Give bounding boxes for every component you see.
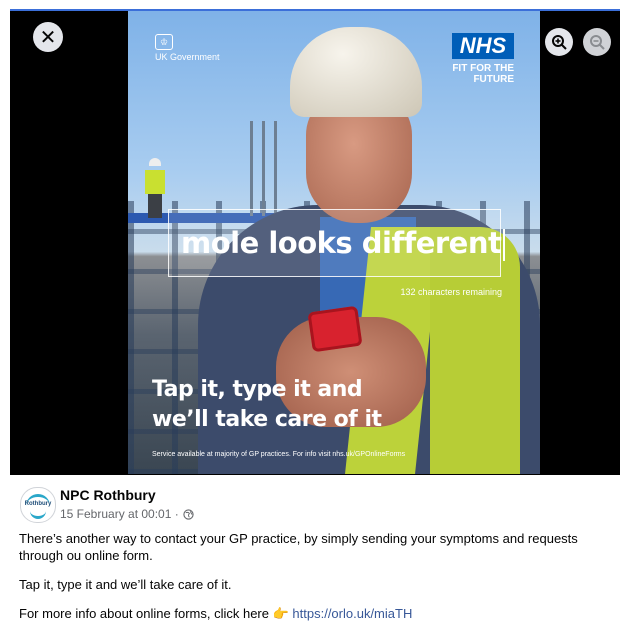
nhs-logo: NHS xyxy=(452,33,514,59)
fit-line-1: FIT FOR THE xyxy=(452,63,514,74)
zoom-in-icon xyxy=(552,35,567,50)
post-body: There’s another way to contact your GP p… xyxy=(19,530,619,634)
crest-icon: ♔ xyxy=(155,34,173,50)
fit-line-2: FUTURE xyxy=(473,74,514,85)
post-paragraph-2: Tap it, type it and we’ll take care of i… xyxy=(19,577,232,592)
post-paragraph-3-text: For more info about online forms, click … xyxy=(19,606,293,621)
phone xyxy=(307,305,363,353)
characters-remaining: 132 characters remaining xyxy=(400,287,502,297)
text-cursor xyxy=(503,229,506,261)
background-worker xyxy=(142,158,168,218)
ad-tagline: Tap it, type it and we’ll take care of i… xyxy=(152,375,382,435)
uk-government-logo: ♔ UK Government xyxy=(155,34,220,63)
zoom-out-icon xyxy=(590,35,605,50)
globe-icon xyxy=(183,508,194,520)
post-author[interactable]: NPC Rothbury xyxy=(60,487,156,503)
zoom-out-button[interactable] xyxy=(583,28,611,56)
close-icon: ✕ xyxy=(39,26,57,49)
post-paragraph-3: For more info about online forms, click … xyxy=(19,605,619,622)
zoom-in-button[interactable] xyxy=(545,28,573,56)
post-link[interactable]: https://orlo.uk/miaTH xyxy=(292,606,412,621)
hard-hat xyxy=(290,27,422,117)
tagline-line-2: we’ll take care of it xyxy=(152,407,382,432)
avatar[interactable]: Rothbury xyxy=(20,487,56,523)
close-button[interactable]: ✕ xyxy=(33,22,63,52)
gov-label: UK Government xyxy=(155,52,220,62)
typed-text-box: mole looks different xyxy=(168,209,506,277)
ad-footnote: Service available at majority of GP prac… xyxy=(152,451,406,458)
typed-text: mole looks different xyxy=(181,226,502,260)
ad-image: ♔ UK Government NHS FIT FOR THE FUTURE m… xyxy=(128,11,540,474)
post: Rothbury NPC Rothbury 15 February at 00:… xyxy=(10,475,620,633)
fit-for-future: FIT FOR THE FUTURE xyxy=(414,63,514,85)
post-timestamp[interactable]: 15 February at 00:01 · xyxy=(60,507,179,521)
post-paragraph-1: There’s another way to contact your GP p… xyxy=(19,531,578,563)
post-meta: 15 February at 00:01 · xyxy=(60,507,194,521)
tagline-line-1: Tap it, type it and xyxy=(152,377,363,402)
avatar-text: Rothbury xyxy=(24,501,52,507)
